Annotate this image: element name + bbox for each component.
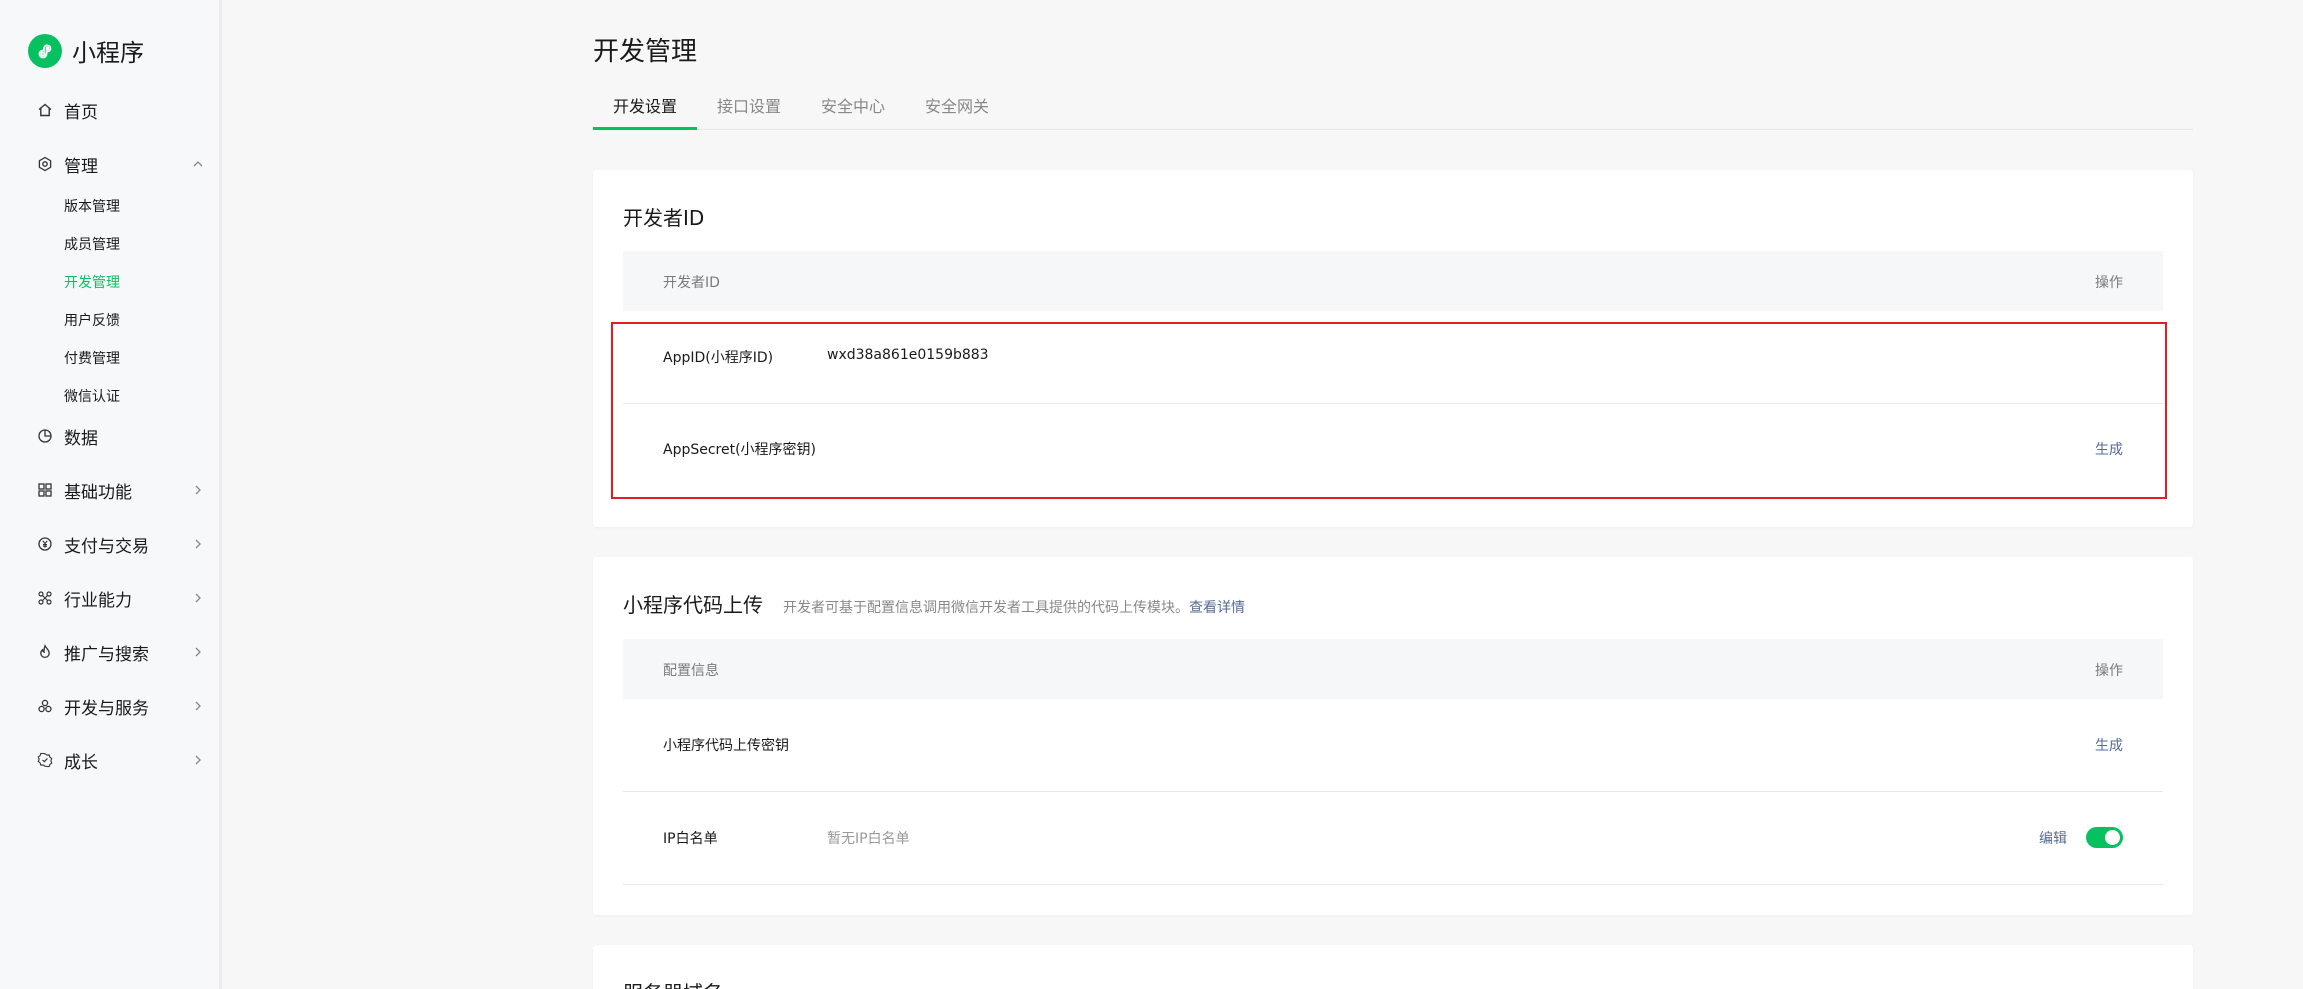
appid-value: wxd38a861e0159b883	[827, 347, 989, 363]
card-title: 服务器域名	[623, 977, 723, 989]
tab-dev-settings[interactable]: 开发设置	[613, 95, 677, 130]
column-header-config: 配置信息	[663, 663, 719, 679]
sidebar-item-label: 管理	[64, 156, 98, 177]
toggle-knob	[2105, 830, 2120, 845]
sidebar-item-manage[interactable]: 管理	[36, 149, 206, 179]
table-header: 配置信息 操作	[623, 639, 2163, 699]
card-title: 开发者ID	[623, 206, 705, 230]
ip-whitelist-value: 暂无IP白名单	[827, 831, 910, 847]
table-row-appid: AppID(小程序ID) wxd38a861e0159b883	[623, 311, 2163, 404]
sidebar-item-devservice[interactable]: 开发与服务	[36, 691, 206, 721]
chevron-right-icon	[190, 536, 206, 552]
app-logo[interactable]: 小程序	[28, 33, 144, 68]
flame-icon	[36, 643, 54, 661]
sidebar-subitem-feedback[interactable]: 用户反馈	[64, 310, 120, 330]
grid-icon	[36, 481, 54, 499]
column-header-action: 操作	[2095, 275, 2123, 291]
table-row-upload-key: 小程序代码上传密钥 生成	[623, 699, 2163, 792]
table-header: 开发者ID 操作	[623, 251, 2163, 311]
tab-api-settings[interactable]: 接口设置	[717, 95, 781, 130]
active-tab-indicator	[593, 127, 697, 130]
developer-id-card: 开发者ID 开发者ID 操作 AppID(小程序ID) wxd38a861e01…	[593, 170, 2193, 527]
upload-key-label: 小程序代码上传密钥	[663, 738, 789, 754]
tab-security-gateway[interactable]: 安全网关	[925, 95, 989, 130]
card-description: 开发者可基于配置信息调用微信开发者工具提供的代码上传模块。	[783, 600, 1189, 616]
sidebar-item-promote[interactable]: 推广与搜索	[36, 637, 206, 667]
generate-upload-key-link[interactable]: 生成	[2095, 735, 2123, 755]
card-title: 小程序代码上传	[623, 593, 763, 617]
miniprogram-logo-icon	[28, 33, 62, 68]
tab-security-center[interactable]: 安全中心	[821, 95, 885, 130]
badge-icon	[36, 751, 54, 769]
code-upload-card: 小程序代码上传 开发者可基于配置信息调用微信开发者工具提供的代码上传模块。 查看…	[593, 557, 2193, 915]
app-title: 小程序	[72, 39, 144, 67]
chevron-right-icon	[190, 590, 206, 606]
appid-label: AppID(小程序ID)	[663, 350, 774, 366]
yen-icon	[36, 535, 54, 553]
server-domain-card: 服务器域名	[593, 945, 2193, 989]
nodes-icon	[36, 589, 54, 607]
sidebar: 小程序 首页 管理 版本管理 成员管理 开发管理 用户反馈 付费管理 微信认证 …	[0, 0, 222, 989]
table-row-appsecret: AppSecret(小程序密钥) 生成	[623, 404, 2163, 497]
column-header-action: 操作	[2095, 663, 2123, 679]
pie-chart-icon	[36, 427, 54, 445]
sidebar-item-home[interactable]: 首页	[36, 95, 206, 125]
home-icon	[36, 101, 54, 119]
sidebar-item-label: 基础功能	[64, 482, 132, 503]
sidebar-item-label: 成长	[64, 752, 98, 773]
sidebar-item-label: 数据	[64, 428, 98, 449]
sidebar-subitem-dev-manage[interactable]: 开发管理	[64, 272, 120, 292]
sidebar-item-pay[interactable]: 支付与交易	[36, 529, 206, 559]
card-header: 小程序代码上传 开发者可基于配置信息调用微信开发者工具提供的代码上传模块。 查看…	[623, 589, 1245, 618]
sidebar-item-label: 支付与交易	[64, 536, 149, 557]
edit-ip-whitelist-link[interactable]: 编辑	[2039, 828, 2067, 848]
column-header-id: 开发者ID	[663, 275, 720, 291]
sidebar-subitem-members[interactable]: 成员管理	[64, 234, 120, 254]
chevron-right-icon	[190, 482, 206, 498]
sidebar-item-label: 推广与搜索	[64, 644, 149, 665]
sidebar-item-data[interactable]: 数据	[36, 421, 206, 451]
tab-bar: 开发设置 接口设置 安全中心 安全网关	[593, 95, 2193, 130]
sidebar-item-label: 行业能力	[64, 590, 132, 611]
sidebar-item-industry[interactable]: 行业能力	[36, 583, 206, 613]
sidebar-subitem-wechat-verify[interactable]: 微信认证	[64, 386, 120, 406]
chevron-right-icon	[190, 644, 206, 660]
chevron-right-icon	[190, 752, 206, 768]
sidebar-item-label: 首页	[64, 102, 98, 123]
table-row-ip-whitelist: IP白名单 暂无IP白名单 编辑	[623, 792, 2163, 885]
chevron-right-icon	[190, 698, 206, 714]
sidebar-subitem-version[interactable]: 版本管理	[64, 196, 120, 216]
sidebar-item-label: 开发与服务	[64, 698, 149, 719]
appsecret-label: AppSecret(小程序密钥)	[663, 442, 817, 458]
settings-icon	[36, 155, 54, 173]
chevron-up-icon	[190, 156, 206, 172]
sidebar-item-growth[interactable]: 成长	[36, 745, 206, 775]
ip-whitelist-toggle[interactable]	[2086, 827, 2123, 848]
page-title: 开发管理	[593, 37, 698, 67]
sidebar-subitem-payment[interactable]: 付费管理	[64, 348, 120, 368]
sidebar-item-basic[interactable]: 基础功能	[36, 475, 206, 505]
generate-secret-link[interactable]: 生成	[2095, 439, 2123, 459]
ip-whitelist-label: IP白名单	[663, 831, 718, 847]
circles-icon	[36, 697, 54, 715]
view-details-link[interactable]: 查看详情	[1189, 597, 1245, 617]
